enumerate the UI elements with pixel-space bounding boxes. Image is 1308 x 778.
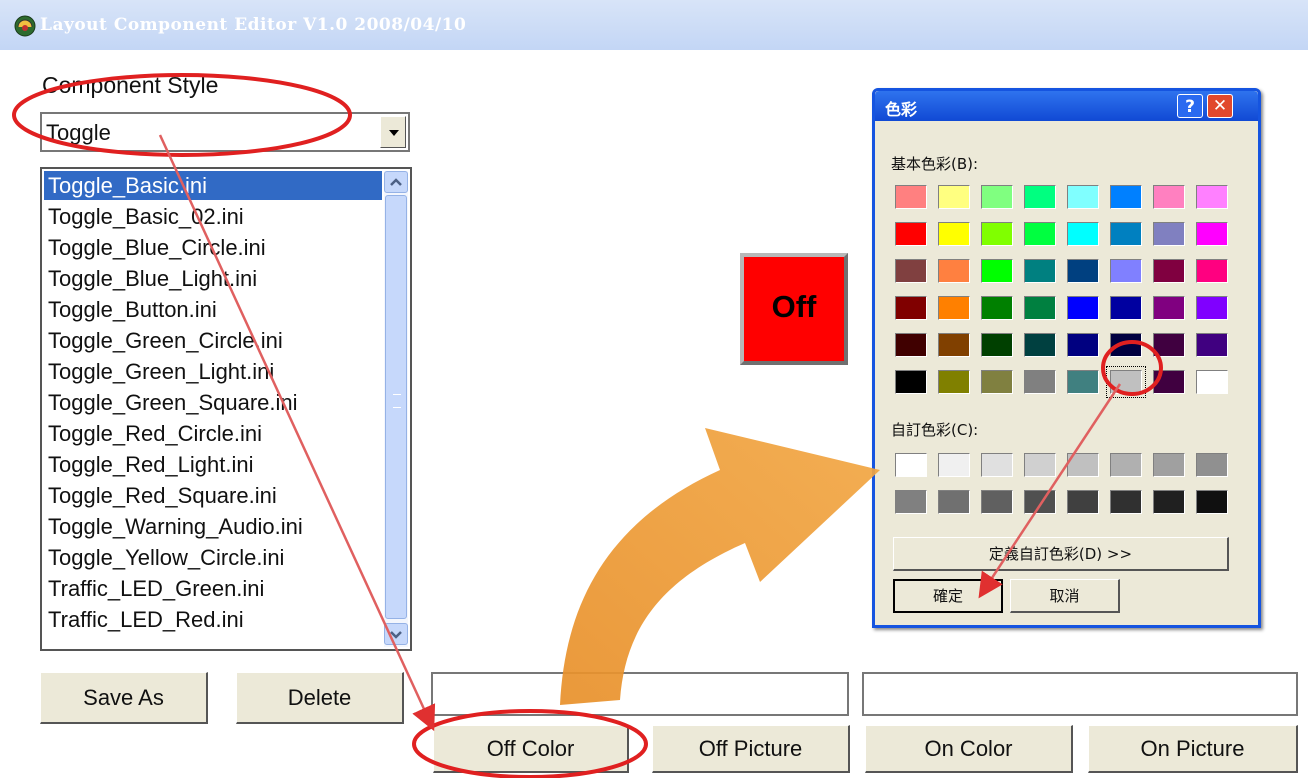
highlight-circle-style [12,73,352,157]
highlight-circle-offcolor [412,709,648,778]
pointer-arrow-2 [978,383,1122,599]
pointer-arrow-1 [158,134,436,732]
curved-arrow-icon [560,428,880,705]
annotation-overlay [12,73,1163,778]
highlight-circle-swatch [1101,340,1163,396]
